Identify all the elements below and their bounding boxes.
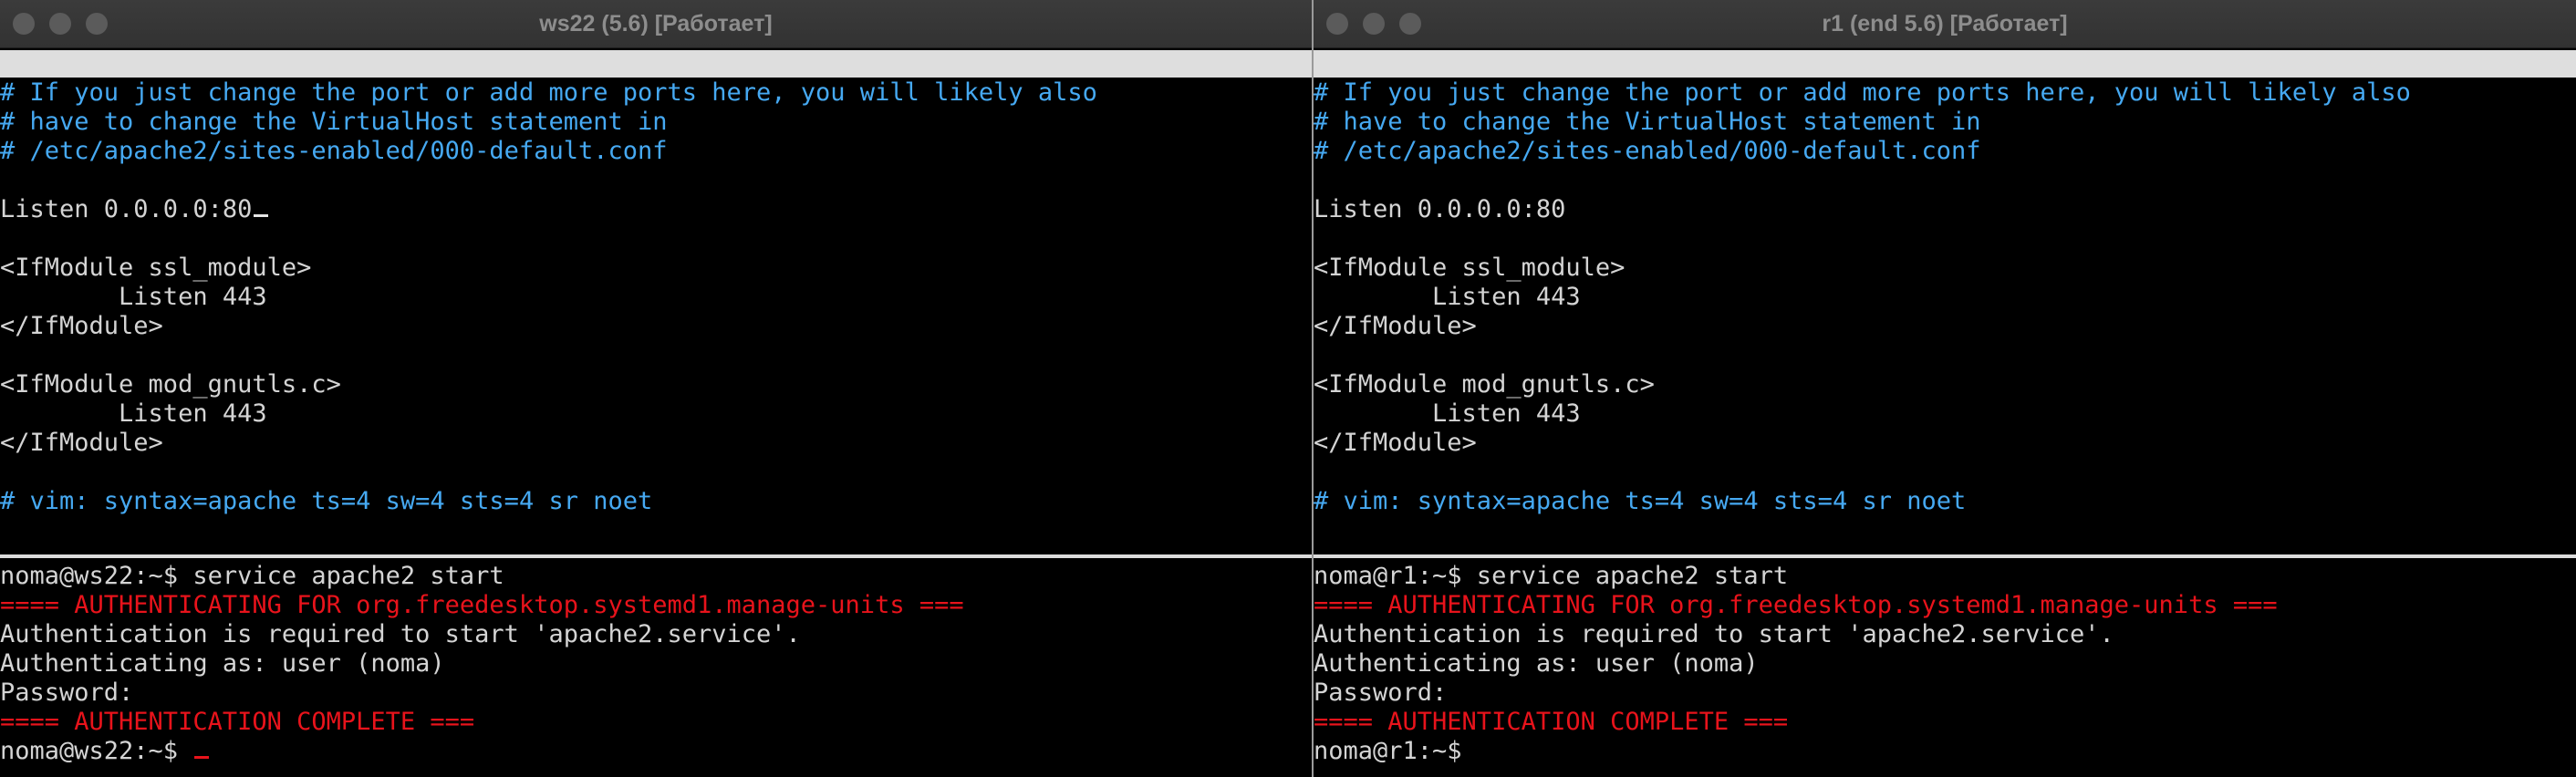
shell-prompt[interactable]: noma@r1:~$: [1314, 737, 2576, 766]
shell-line: Authenticating as: user (noma): [0, 649, 445, 678]
buffer-line: </IfModule>: [1314, 429, 1477, 457]
buffer-line: # have to change the VirtualHost stateme…: [1314, 108, 1981, 136]
buffer-line: # If you just change the port or add mor…: [1314, 78, 2411, 107]
shell-line: ==== AUTHENTICATING FOR org.freedesktop.…: [1314, 591, 2278, 619]
buffer-line: [1314, 224, 2576, 254]
buffer-line: [1314, 458, 2576, 487]
shell-line: noma@ws22:~$ service apache2 start: [0, 562, 504, 590]
shell-line: Password:: [0, 679, 134, 707]
shell-line: Authentication is required to start 'apa…: [0, 620, 801, 648]
buffer-line: </IfModule>: [0, 312, 163, 340]
shell-line: ==== AUTHENTICATION COMPLETE ===: [0, 708, 475, 736]
nano-editor-pane[interactable]: GNU nano 4.8 /etc/apache2/ports.conf # I…: [1314, 48, 2576, 554]
shell-line: noma@r1:~$ service apache2 start: [1314, 562, 1789, 590]
buffer-line: [1314, 341, 2576, 370]
buffer-line: <IfModule ssl_module>: [1314, 254, 1626, 282]
buffer-line: Listen 443: [0, 399, 267, 428]
buffer-line: Listen 443: [1314, 283, 1581, 311]
buffer-line: <IfModule mod_gnutls.c>: [0, 370, 341, 399]
buffer-line: <IfModule ssl_module>: [0, 254, 312, 282]
buffer-line: Listen 443: [0, 283, 267, 311]
shell-line: ==== AUTHENTICATING FOR org.freedesktop.…: [0, 591, 964, 619]
shell-line: Authentication is required to start 'apa…: [1314, 620, 2114, 648]
buffer-line: # /etc/apache2/sites-enabled/000-default…: [0, 137, 668, 165]
buffer-line: # /etc/apache2/sites-enabled/000-default…: [1314, 137, 1981, 165]
buffer-line: # have to change the VirtualHost stateme…: [0, 108, 668, 136]
shell-pane[interactable]: noma@ws22:~$ service apache2 start ==== …: [0, 558, 1312, 777]
zoom-icon[interactable]: [1399, 13, 1421, 35]
buffer-line: # If you just change the port or add mor…: [0, 78, 1097, 107]
shell-output[interactable]: noma@ws22:~$ service apache2 start ==== …: [0, 562, 1312, 766]
window-titlebar[interactable]: ws22 (5.6) [Работает]: [0, 0, 1312, 48]
nano-buffer[interactable]: # If you just change the port or add mor…: [0, 78, 1312, 516]
shell-line: ==== AUTHENTICATION COMPLETE ===: [1314, 708, 1789, 736]
buffer-line-cursor: Listen 0.0.0.0:80: [0, 195, 1312, 224]
window-title: r1 (end 5.6) [Работает]: [1822, 10, 2068, 36]
shell-pane[interactable]: noma@r1:~$ service apache2 start ==== AU…: [1314, 558, 2576, 777]
shell-line: Password:: [1314, 679, 1448, 707]
text-cursor: [194, 756, 210, 759]
window-title: ws22 (5.6) [Работает]: [539, 10, 773, 36]
minimize-icon[interactable]: [49, 13, 71, 35]
shell-line: Authenticating as: user (noma): [1314, 649, 1759, 678]
buffer-line: Listen 0.0.0.0:80: [1314, 195, 1566, 223]
prompt-text: noma@ws22:~$: [0, 737, 193, 765]
buffer-line: # vim: syntax=apache ts=4 sw=4 sts=4 sr …: [0, 487, 653, 515]
vm-window-ws22[interactable]: ws22 (5.6) [Работает] GNU nano 4.8 /etc/…: [0, 0, 1312, 777]
shell-prompt[interactable]: noma@ws22:~$: [0, 737, 1312, 766]
window-titlebar[interactable]: r1 (end 5.6) [Работает]: [1314, 0, 2576, 48]
nano-title-bar: GNU nano 4.8 /etc/apache2/ports.conf: [1314, 50, 2576, 132]
window-controls: [1326, 13, 1421, 35]
buffer-line: [0, 341, 1312, 370]
nano-editor-pane[interactable]: GNU nano 4.8 /etc/apache2/ports.conf # I…: [0, 48, 1312, 554]
buffer-line: <IfModule mod_gnutls.c>: [1314, 370, 1655, 399]
buffer-line: </IfModule>: [1314, 312, 1477, 340]
text-cursor: [254, 214, 269, 217]
close-icon[interactable]: [13, 13, 35, 35]
buffer-line: [1314, 166, 2576, 195]
minimize-icon[interactable]: [1363, 13, 1385, 35]
buffer-line: # vim: syntax=apache ts=4 sw=4 sts=4 sr …: [1314, 487, 1967, 515]
buffer-line: </IfModule>: [0, 429, 163, 457]
buffer-line: [0, 224, 1312, 254]
buffer-line: [0, 166, 1312, 195]
buffer-line-text: Listen 0.0.0.0:80: [0, 195, 253, 223]
window-controls: [13, 13, 108, 35]
shell-output[interactable]: noma@r1:~$ service apache2 start ==== AU…: [1314, 562, 2576, 766]
buffer-line: [0, 458, 1312, 487]
nano-buffer[interactable]: # If you just change the port or add mor…: [1314, 78, 2576, 516]
buffer-line: Listen 443: [1314, 399, 1581, 428]
close-icon[interactable]: [1326, 13, 1348, 35]
nano-title-bar: GNU nano 4.8 /etc/apache2/ports.conf: [0, 50, 1312, 132]
vm-window-r1[interactable]: r1 (end 5.6) [Работает] GNU nano 4.8 /et…: [1314, 0, 2576, 777]
zoom-icon[interactable]: [86, 13, 108, 35]
